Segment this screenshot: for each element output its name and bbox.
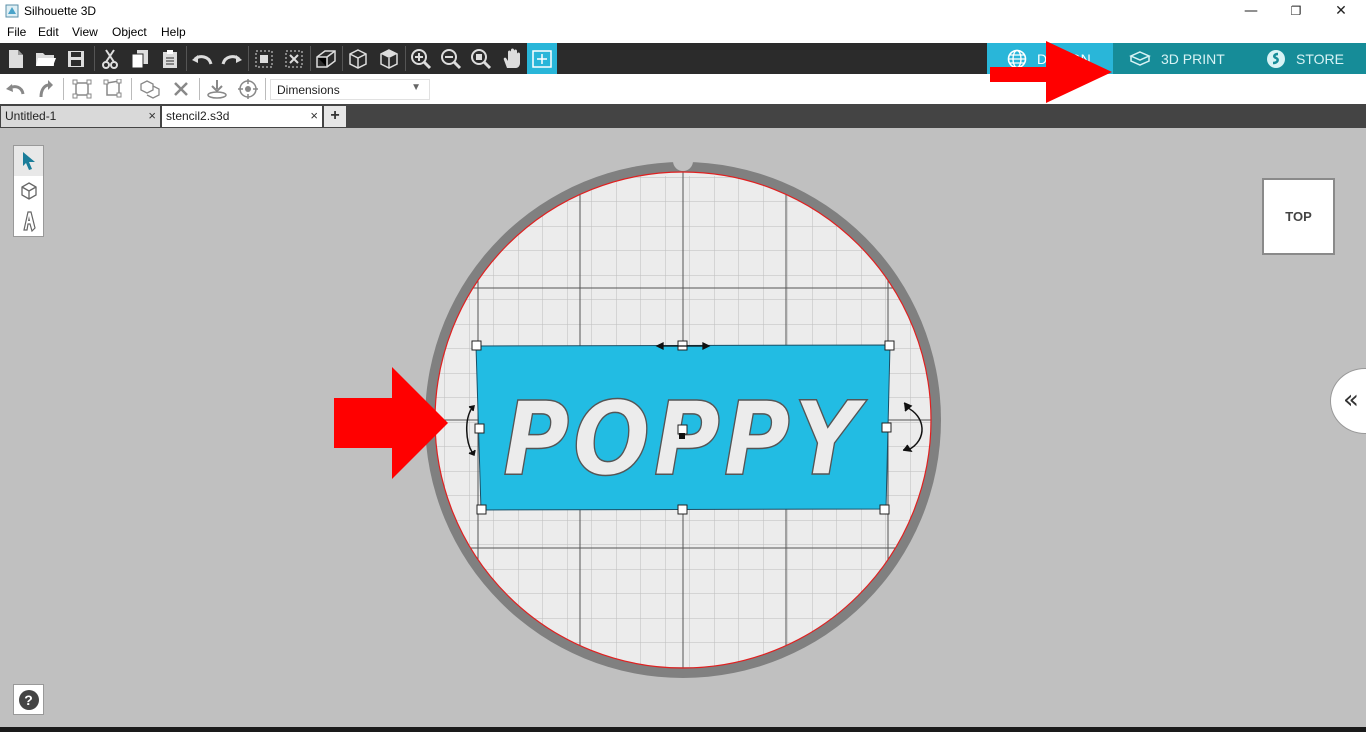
- double-chevron-left-icon: «: [1343, 385, 1359, 415]
- select-tool[interactable]: [14, 146, 43, 176]
- handle-bottom-left: [476, 504, 487, 515]
- cube-icon: [20, 182, 37, 200]
- left-tool-palette: [13, 145, 44, 237]
- bed-notch: [673, 151, 693, 171]
- help-icon: ?: [18, 689, 39, 710]
- view-cube[interactable]: TOP: [1262, 178, 1335, 255]
- handle-bottom-center: [677, 504, 688, 515]
- handle-top-left: [471, 340, 482, 351]
- pointer-arrow-icon: [22, 152, 35, 170]
- text-tool[interactable]: [14, 206, 43, 236]
- taskbar-edge: [0, 727, 1366, 732]
- shape-tool[interactable]: [14, 176, 43, 206]
- stencil-text: POPPY: [503, 380, 868, 499]
- handle-middle-right: [881, 422, 892, 433]
- design-canvas[interactable]: POPPY: [0, 0, 1366, 732]
- annotation-arrow-top: [990, 41, 1112, 103]
- handle-top-right: [884, 340, 895, 351]
- help-button[interactable]: ?: [13, 684, 44, 715]
- view-cube-label: TOP: [1285, 209, 1312, 224]
- handle-middle-left: [474, 423, 485, 434]
- pivot-point: [679, 433, 685, 439]
- handle-center: [677, 424, 688, 435]
- handle-bottom-right: [879, 504, 890, 515]
- text-3d-icon: [22, 211, 36, 232]
